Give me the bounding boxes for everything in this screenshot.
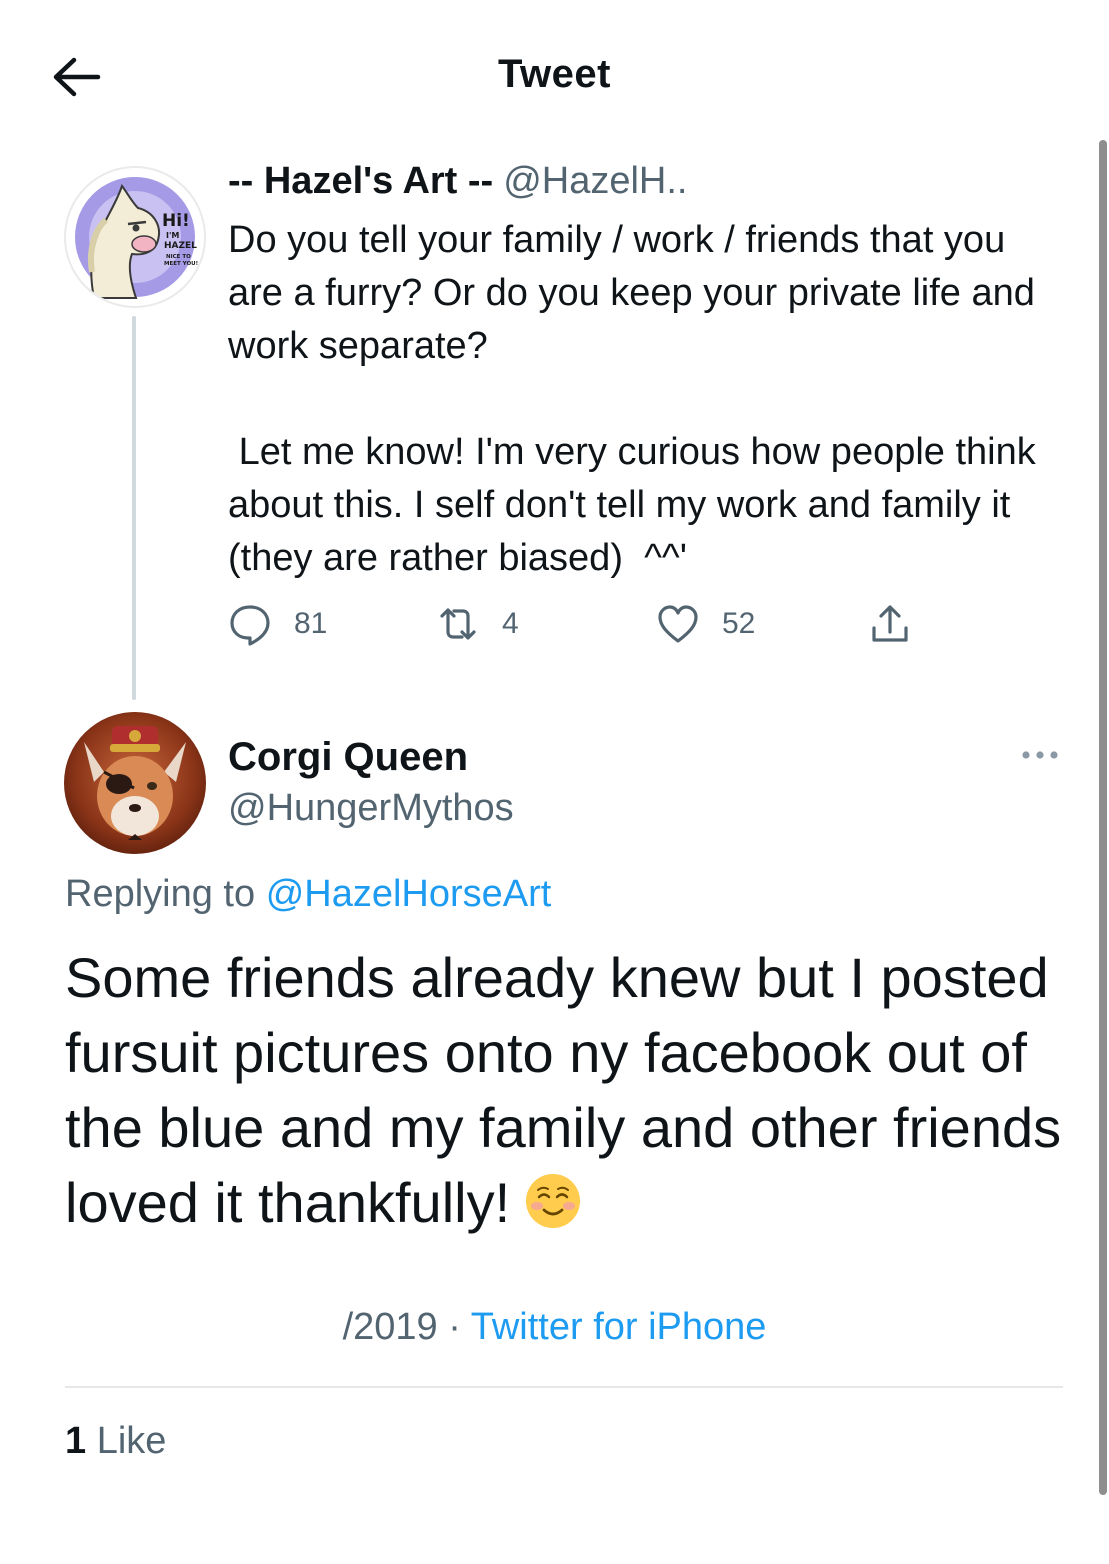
more-dots-icon	[1022, 751, 1058, 759]
reply-handle[interactable]: @HungerMythos	[228, 787, 514, 830]
replying-to-link[interactable]: @HazelHorseArt	[266, 873, 552, 915]
original-tweet-actions: 81 4 52	[228, 600, 928, 650]
reply-count: 81	[294, 607, 328, 640]
reply-display-name[interactable]: Corgi Queen	[228, 735, 468, 780]
reply-button[interactable]: 81	[228, 600, 327, 648]
tweet-page: Tweet Hi! I'M HAZEL NICE TO MEET YOU! --…	[0, 0, 1109, 1564]
smiling-face-icon	[526, 1174, 581, 1228]
reply-bubble-icon	[230, 605, 270, 646]
likes-label: Like	[96, 1420, 167, 1462]
tweet-meta: /2019 · Twitter for iPhone	[0, 1306, 1109, 1349]
like-button[interactable]: 52	[656, 600, 755, 648]
avatar-meet-text: MEET YOU!	[164, 261, 198, 267]
thread-line	[132, 316, 136, 700]
heart-icon	[658, 605, 698, 643]
scrollbar[interactable]	[1099, 140, 1107, 1495]
tweet-source-link[interactable]: Twitter for iPhone	[471, 1306, 767, 1348]
page-title: Tweet	[498, 52, 611, 96]
like-count: 52	[722, 607, 756, 640]
original-tweet-header: -- Hazel's Art -- @HazelH..	[228, 160, 688, 203]
avatar-hazel[interactable]: Hi! I'M HAZEL NICE TO MEET YOU!	[64, 166, 206, 308]
share-icon	[872, 605, 908, 642]
avatar-hi-text: Hi!	[162, 211, 190, 231]
more-options-button[interactable]	[1018, 742, 1062, 768]
avatar-hazel-text: HAZEL	[164, 241, 197, 251]
likes-summary[interactable]: 1 Like	[65, 1420, 166, 1463]
reply-tweet-text: Some friends already knew but I posted f…	[65, 940, 1075, 1240]
avatar-corgi-queen[interactable]	[64, 712, 206, 854]
tweet-date: /2019	[342, 1306, 438, 1348]
meta-separator: ·	[448, 1306, 461, 1348]
avatar-im-text: I'M	[166, 231, 179, 240]
divider	[65, 1386, 1063, 1388]
retweet-count: 4	[502, 607, 519, 640]
replying-to-line: Replying to @HazelHorseArt	[65, 873, 551, 916]
avatar-nice-text: NICE TO	[166, 254, 191, 260]
original-tweet-text: Do you tell your family / work / friends…	[228, 219, 1036, 579]
likes-count: 1	[65, 1420, 87, 1462]
original-display-name[interactable]: -- Hazel's Art --	[228, 160, 493, 202]
top-bar: Tweet	[0, 0, 1109, 140]
share-button[interactable]	[868, 600, 912, 648]
original-handle[interactable]: @HazelH..	[503, 160, 687, 202]
replying-to-prefix: Replying to	[65, 873, 256, 915]
retweet-icon	[440, 608, 476, 640]
retweet-button[interactable]: 4	[436, 600, 519, 648]
